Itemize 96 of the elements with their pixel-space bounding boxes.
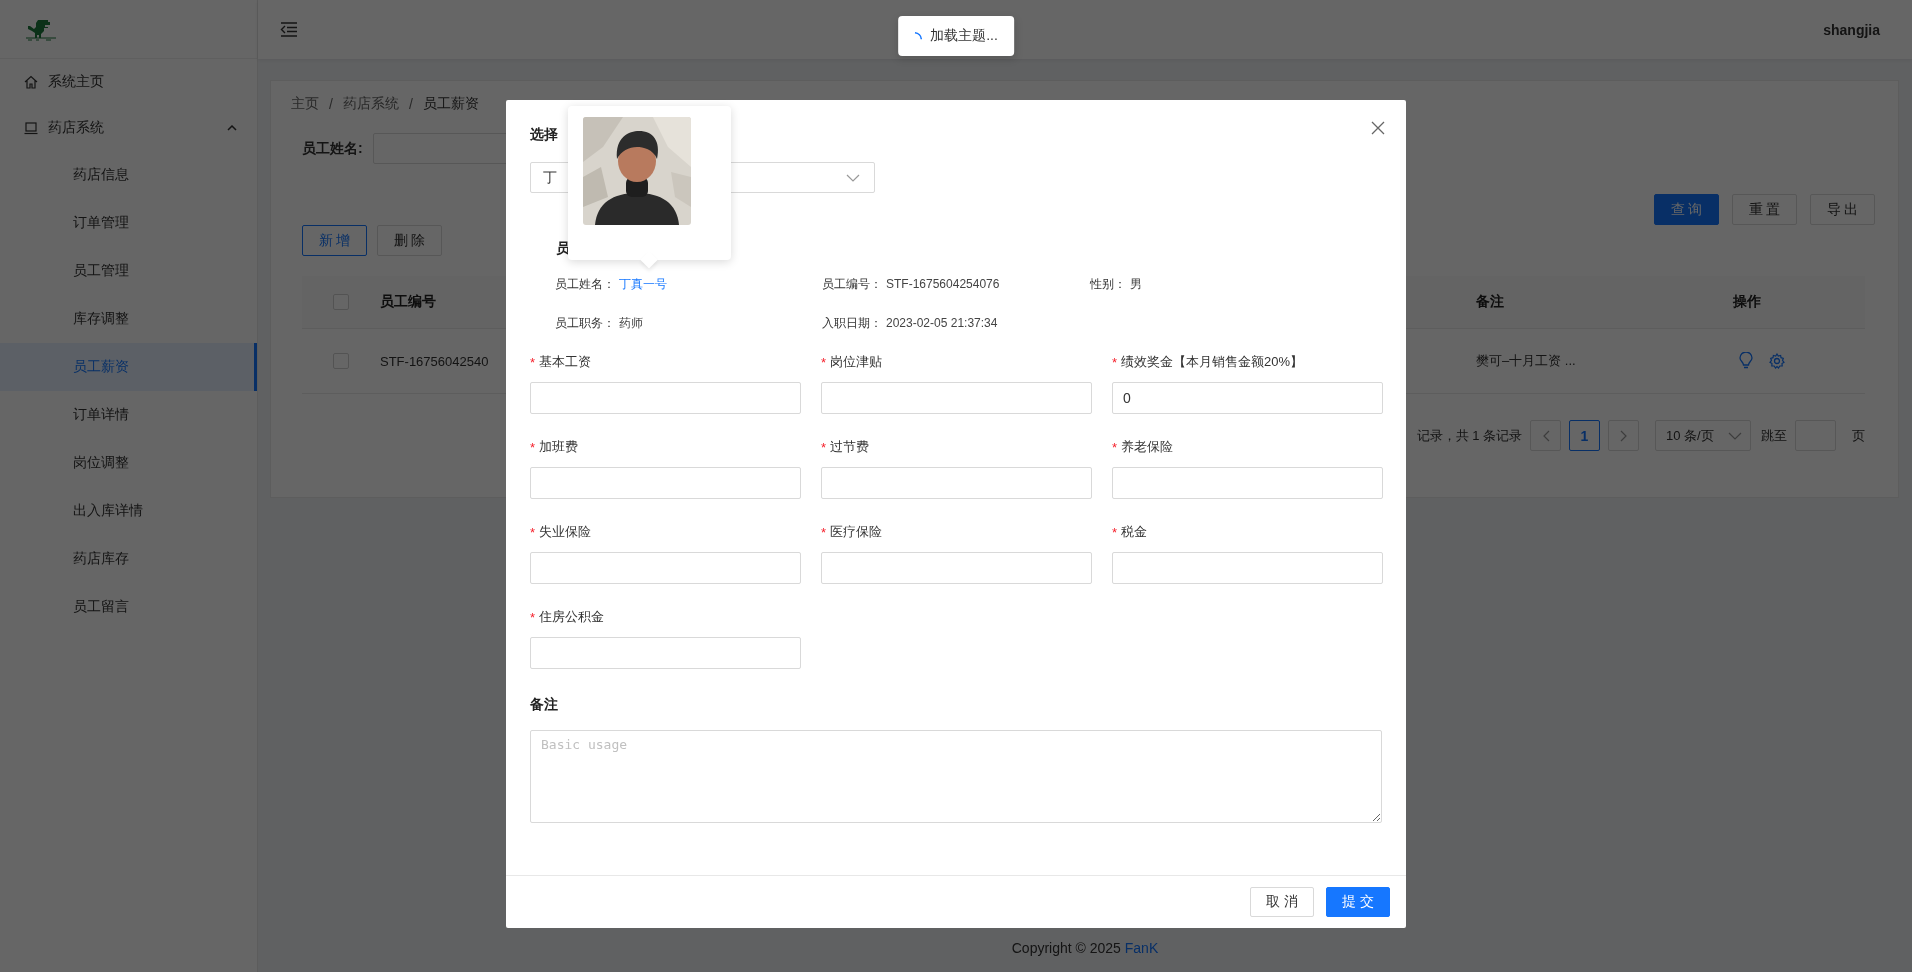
laptop-icon bbox=[24, 121, 38, 135]
pagination-summary: 记录，共 1 条记录 bbox=[1416, 426, 1522, 445]
copyright-text: Copyright © 2025 FanK bbox=[1010, 940, 1160, 956]
menu-item[interactable]: 订单管理 bbox=[0, 199, 257, 247]
info-label: 员工编号： bbox=[822, 275, 882, 293]
lightbulb-icon[interactable] bbox=[1739, 352, 1753, 370]
column-header: 员工编号 bbox=[380, 293, 436, 309]
breadcrumb-separator: / bbox=[408, 96, 413, 112]
required-mark: * bbox=[1112, 524, 1118, 540]
input-field[interactable] bbox=[821, 382, 1092, 414]
settings-icon[interactable] bbox=[1769, 353, 1785, 369]
required-mark: * bbox=[530, 354, 536, 370]
page-button[interactable]: 1 bbox=[1569, 420, 1600, 451]
field-label: 选择 bbox=[530, 125, 558, 144]
required-mark: * bbox=[821, 439, 827, 455]
input-field[interactable] bbox=[821, 552, 1092, 584]
field-label: 失业保险 bbox=[539, 523, 592, 541]
info-value: 2023-02-05 21:37:34 bbox=[886, 316, 998, 330]
required-mark: * bbox=[1112, 439, 1118, 455]
info-label: 入职日期： bbox=[822, 314, 882, 332]
close-icon bbox=[1370, 120, 1386, 136]
toolbar-button[interactable]: 重 置 bbox=[1732, 194, 1797, 225]
toolbar-button[interactable]: 导 出 bbox=[1810, 194, 1875, 225]
field-label: 备注 bbox=[530, 695, 558, 714]
menu-item[interactable]: 员工留言 bbox=[0, 583, 257, 631]
prev-page-button[interactable] bbox=[1530, 420, 1561, 451]
dialog-button[interactable]: 提 交 bbox=[1326, 887, 1390, 917]
action-button[interactable]: 删 除 bbox=[377, 225, 442, 256]
menu-item[interactable]: 员工薪资 bbox=[0, 343, 257, 391]
info-label: 员工职务： bbox=[555, 314, 615, 332]
column-header: 备注 bbox=[1476, 293, 1504, 309]
input-field[interactable] bbox=[1112, 467, 1383, 499]
field-label: 养老保险 bbox=[1121, 438, 1174, 456]
field-label: 过节费 bbox=[830, 438, 870, 456]
required-mark: * bbox=[530, 524, 536, 540]
breadcrumb-item[interactable]: 主页 bbox=[291, 95, 319, 113]
info-value: 男 bbox=[1130, 275, 1142, 293]
table-cell: STF-16756042540 bbox=[380, 353, 489, 369]
menu-item[interactable]: 系统主页 bbox=[0, 59, 257, 105]
toolbar-button[interactable]: 查 询 bbox=[1654, 194, 1719, 225]
breadcrumb-item: 员工薪资 bbox=[422, 95, 479, 113]
jump-label: 跳至 bbox=[1761, 426, 1787, 445]
input-field[interactable] bbox=[530, 467, 801, 499]
menu-item[interactable]: 员工管理 bbox=[0, 247, 257, 295]
close-button[interactable] bbox=[1370, 120, 1386, 136]
field-label: 医疗保险 bbox=[830, 523, 883, 541]
field-label: 税金 bbox=[1121, 523, 1148, 541]
menu-group[interactable]: 药店系统 bbox=[0, 105, 257, 151]
page-size-select[interactable]: 10 条/页 bbox=[1655, 420, 1751, 451]
input-field[interactable]: 0 bbox=[1112, 382, 1383, 414]
employee-name-link[interactable]: 丁真一号 bbox=[619, 275, 667, 293]
chevron-down-icon bbox=[1728, 431, 1742, 440]
breadcrumb-item[interactable]: 药店系统 bbox=[342, 95, 399, 113]
table-cell: 樊可–十月工资 ... bbox=[1476, 353, 1576, 368]
remark-textarea[interactable]: Basic usage bbox=[530, 730, 1382, 823]
home-icon bbox=[24, 75, 38, 89]
author-link[interactable]: FanK bbox=[1124, 940, 1159, 956]
chevron-down-icon bbox=[846, 173, 860, 182]
chevron-left-icon bbox=[1541, 429, 1550, 442]
info-value: STF-1675604254076 bbox=[886, 277, 1000, 291]
input-field[interactable] bbox=[1112, 552, 1383, 584]
field-label: 员工姓名: bbox=[302, 139, 363, 158]
dialog-button[interactable]: 取 消 bbox=[1250, 887, 1314, 917]
menu-item[interactable]: 出入库详情 bbox=[0, 487, 257, 535]
menu-icon[interactable] bbox=[280, 22, 298, 37]
field-label: 岗位津贴 bbox=[830, 353, 883, 371]
menu-item[interactable]: 药店信息 bbox=[0, 151, 257, 199]
menu-item[interactable]: 订单详情 bbox=[0, 391, 257, 439]
page-suffix: 页 bbox=[1852, 426, 1865, 445]
input-field[interactable] bbox=[530, 552, 801, 584]
input-field[interactable] bbox=[530, 637, 801, 669]
info-label: 员工姓名： bbox=[555, 275, 615, 293]
chevron-right-icon bbox=[1619, 429, 1628, 442]
menu-item[interactable]: 库存调整 bbox=[0, 295, 257, 343]
field-label: 绩效奖金【本月销售金额20%】 bbox=[1121, 353, 1304, 371]
info-value: 药师 bbox=[619, 314, 643, 332]
input-field[interactable] bbox=[821, 467, 1092, 499]
toast-text: 加载主题... bbox=[930, 27, 998, 45]
menu-item[interactable]: 岗位调整 bbox=[0, 439, 257, 487]
user-name[interactable]: shangjia bbox=[1823, 21, 1880, 38]
breadcrumb-separator: / bbox=[329, 96, 333, 112]
required-mark: * bbox=[530, 609, 536, 625]
field-label: 加班费 bbox=[539, 438, 579, 456]
required-mark: * bbox=[530, 439, 536, 455]
input-field[interactable] bbox=[530, 382, 801, 414]
menu-item[interactable]: 药店库存 bbox=[0, 535, 257, 583]
column-header: 操作 bbox=[1733, 293, 1761, 309]
required-mark: * bbox=[821, 354, 827, 370]
field-label: 住房公积金 bbox=[539, 608, 605, 626]
required-mark: * bbox=[1112, 354, 1118, 370]
required-mark: * bbox=[821, 524, 827, 540]
spinner-icon bbox=[914, 32, 923, 40]
info-label: 性别： bbox=[1090, 275, 1126, 293]
field-label: 基本工资 bbox=[539, 353, 592, 371]
next-page-button[interactable] bbox=[1608, 420, 1639, 451]
action-button[interactable]: 新 增 bbox=[302, 225, 367, 256]
